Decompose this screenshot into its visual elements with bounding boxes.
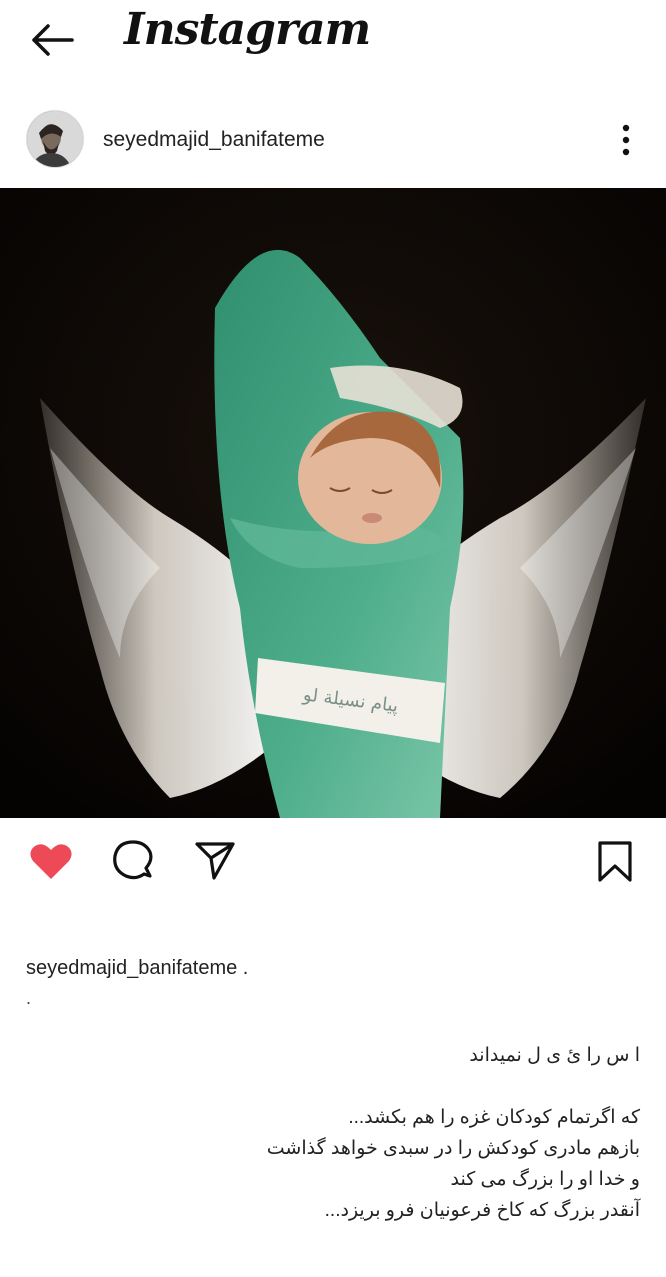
post-actions — [0, 830, 666, 890]
caption-line: که اگرتمام کودکان غزه را هم بکشد... — [348, 1107, 640, 1128]
caption-dot: . — [26, 988, 32, 1008]
caption-username[interactable]: seyedmajid_banifateme . — [26, 957, 248, 980]
caption-line: و خدا او را بزرگ می کند — [450, 1169, 640, 1190]
share-icon[interactable] — [192, 838, 238, 884]
more-options-icon[interactable] — [612, 122, 640, 158]
app-logo: Instagram — [124, 4, 371, 55]
top-bar: Instagram — [0, 0, 666, 92]
caption-text: ا س را ئ ی ل نمیداند که اگرتمام کودکان غ… — [40, 1040, 640, 1226]
back-arrow-icon[interactable] — [28, 20, 76, 60]
post-username[interactable]: seyedmajid_banifateme — [103, 128, 325, 152]
avatar-portrait-icon — [27, 111, 83, 167]
bookmark-icon[interactable] — [592, 838, 638, 884]
post-image[interactable]: پیام نسیلة لو — [0, 188, 666, 818]
caption-line: ا س را ئ ی ل نمیداند — [469, 1045, 640, 1066]
caption-line: آنقدر بزرگ که کاخ فرعونیان فرو بریزد... — [324, 1200, 640, 1221]
angel-baby-image: پیام نسیلة لو — [0, 188, 666, 818]
comment-icon[interactable] — [110, 838, 156, 884]
caption-line: بازهم مادری کودکش را در سبدی خواهد گذاشت — [266, 1138, 640, 1159]
post-header: seyedmajid_banifateme — [0, 100, 666, 180]
heart-icon[interactable] — [28, 838, 74, 884]
avatar[interactable] — [26, 110, 84, 168]
